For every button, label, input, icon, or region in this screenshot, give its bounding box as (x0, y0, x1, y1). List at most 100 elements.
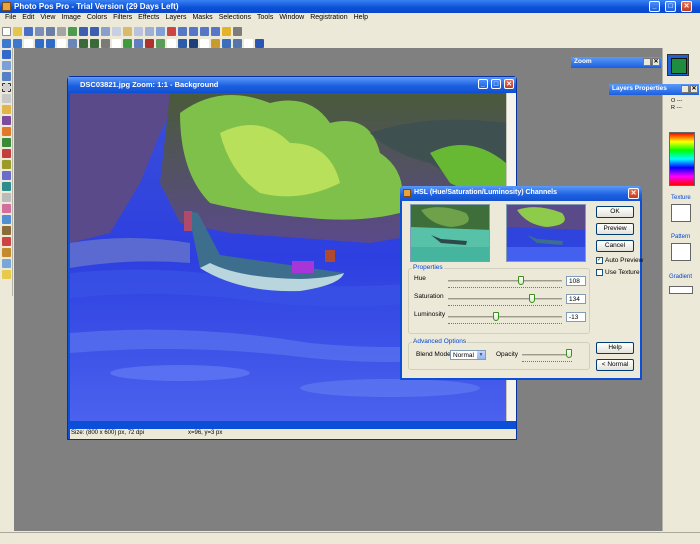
hsl-dialog-titlebar[interactable]: HSL (Hue/Saturation/Luminosity) Channels… (400, 186, 642, 201)
undo-icon[interactable] (79, 26, 88, 36)
dodge-icon[interactable] (2, 226, 11, 235)
zoom-icon[interactable] (233, 26, 242, 36)
pointer-tool-icon[interactable] (2, 50, 11, 59)
magic-wand-icon[interactable] (2, 105, 11, 114)
rotate-icon[interactable] (200, 26, 209, 36)
saturation-slider-thumb[interactable] (529, 294, 535, 303)
picker-icon[interactable] (2, 248, 11, 257)
cancel-button[interactable]: Cancel (596, 240, 634, 252)
layers-panel-close-button[interactable]: ✕ (690, 85, 698, 93)
arrange-icon[interactable] (255, 38, 264, 48)
foreground-color-swatch[interactable] (671, 58, 687, 74)
layers-panel-titlebar[interactable]: Layers Properties ✕ (609, 84, 699, 95)
zoom-panel-pin-icon[interactable] (643, 58, 651, 66)
menu-image[interactable]: Image (58, 13, 83, 24)
luminosity-slider-track[interactable] (448, 316, 562, 318)
star-tool-icon[interactable] (2, 270, 11, 279)
help-button[interactable]: Help (596, 342, 634, 354)
resize-icon[interactable] (156, 26, 165, 36)
save-icon[interactable] (24, 26, 33, 36)
layout-icon[interactable] (101, 38, 110, 48)
menu-registration[interactable]: Registration (307, 13, 350, 24)
ok-button[interactable]: OK (596, 206, 634, 218)
luminosity-slider-thumb[interactable] (493, 312, 500, 321)
normal-button[interactable]: < Normal (596, 359, 634, 371)
use-texture-checkbox[interactable] (596, 269, 603, 276)
frame-add-icon[interactable] (211, 38, 220, 48)
open-folder-icon[interactable] (13, 26, 22, 36)
color-adjust-icon[interactable] (134, 38, 143, 48)
opacity-slider-track[interactable] (522, 354, 572, 356)
auto-preview-checkbox[interactable]: ✓ (596, 257, 603, 264)
paste-icon[interactable] (123, 26, 132, 36)
maximize-button[interactable]: □ (665, 1, 676, 12)
crop-tool-icon[interactable] (2, 116, 11, 125)
menu-view[interactable]: View (37, 13, 58, 24)
zoom-panel-titlebar[interactable]: Zoom ✕ (571, 57, 661, 68)
menu-filters[interactable]: Filters (110, 13, 135, 24)
saturation-slider-track[interactable] (448, 298, 562, 300)
menu-colors[interactable]: Colors (84, 13, 110, 24)
gradient-tool-icon[interactable] (2, 182, 11, 191)
brush-icon[interactable] (2, 127, 11, 136)
enhance-icon[interactable] (123, 38, 132, 48)
window-icon[interactable] (211, 26, 220, 36)
close-button[interactable]: ✕ (681, 1, 692, 12)
contrast-icon[interactable] (189, 38, 198, 48)
hand-tool-icon[interactable] (2, 72, 11, 81)
doc-maximize-button[interactable]: □ (491, 79, 501, 89)
menu-edit[interactable]: Edit (19, 13, 37, 24)
hue-value-input[interactable]: 108 (566, 276, 586, 286)
document-title-bar[interactable]: DSC03821.jpg Zoom: 1:1 - Background _ □ … (68, 77, 516, 92)
saturation-value-input[interactable]: 134 (566, 294, 586, 304)
frame-icon[interactable] (189, 26, 198, 36)
hue-slider-thumb[interactable] (518, 276, 525, 285)
chevron-down-icon[interactable]: ▼ (477, 351, 485, 359)
pattern-swatch[interactable] (671, 243, 691, 261)
menu-window[interactable]: Window (276, 13, 307, 24)
opacity-slider-thumb[interactable] (566, 349, 572, 358)
camera-icon[interactable] (68, 26, 77, 36)
gradient-swatch[interactable] (669, 286, 693, 294)
preview-button[interactable]: Preview (596, 223, 634, 235)
hue-slider-track[interactable] (448, 280, 562, 282)
texture-swatch[interactable] (671, 204, 691, 222)
menu-help[interactable]: Help (351, 13, 371, 24)
image-icon[interactable] (68, 38, 77, 48)
copy-icon[interactable] (112, 26, 121, 36)
minimize-button[interactable]: _ (649, 1, 660, 12)
scan-icon[interactable] (57, 26, 66, 36)
zoom-panel-close-button[interactable]: ✕ (652, 58, 660, 66)
smudge-icon[interactable] (2, 215, 11, 224)
color-spectrum-picker[interactable] (669, 132, 695, 186)
flip-vertical-icon[interactable] (46, 38, 55, 48)
doc-close-button[interactable]: ✕ (504, 79, 514, 89)
rect-select-icon[interactable] (2, 83, 11, 92)
crop-icon[interactable] (145, 26, 154, 36)
lasso-icon[interactable] (2, 94, 11, 103)
levels-icon[interactable] (156, 38, 165, 48)
menu-effects[interactable]: Effects (135, 13, 162, 24)
new-file-icon[interactable] (2, 26, 11, 36)
move-icon[interactable] (13, 38, 22, 48)
paste-new-icon[interactable] (134, 26, 143, 36)
clone-icon[interactable] (2, 160, 11, 169)
eraser-icon[interactable] (2, 149, 11, 158)
layers-icon[interactable] (178, 26, 187, 36)
brightness-icon[interactable] (178, 38, 187, 48)
menu-file[interactable]: File (2, 13, 19, 24)
menu-selections[interactable]: Selections (216, 13, 254, 24)
shape-tool-icon[interactable] (2, 204, 11, 213)
pencil-icon[interactable] (222, 26, 231, 36)
select-layer-icon[interactable] (2, 38, 11, 48)
blend-mode-select[interactable]: Normal ▼ (450, 350, 486, 360)
red-eye-tool-icon[interactable] (2, 237, 11, 246)
menu-layers[interactable]: Layers (162, 13, 189, 24)
fill-icon[interactable] (2, 171, 11, 180)
text-icon[interactable] (222, 38, 231, 48)
photo-icon[interactable] (79, 38, 88, 48)
menu-tools[interactable]: Tools (254, 13, 276, 24)
print-icon[interactable] (46, 26, 55, 36)
pencil-tool-icon[interactable] (2, 138, 11, 147)
redo-icon[interactable] (90, 26, 99, 36)
